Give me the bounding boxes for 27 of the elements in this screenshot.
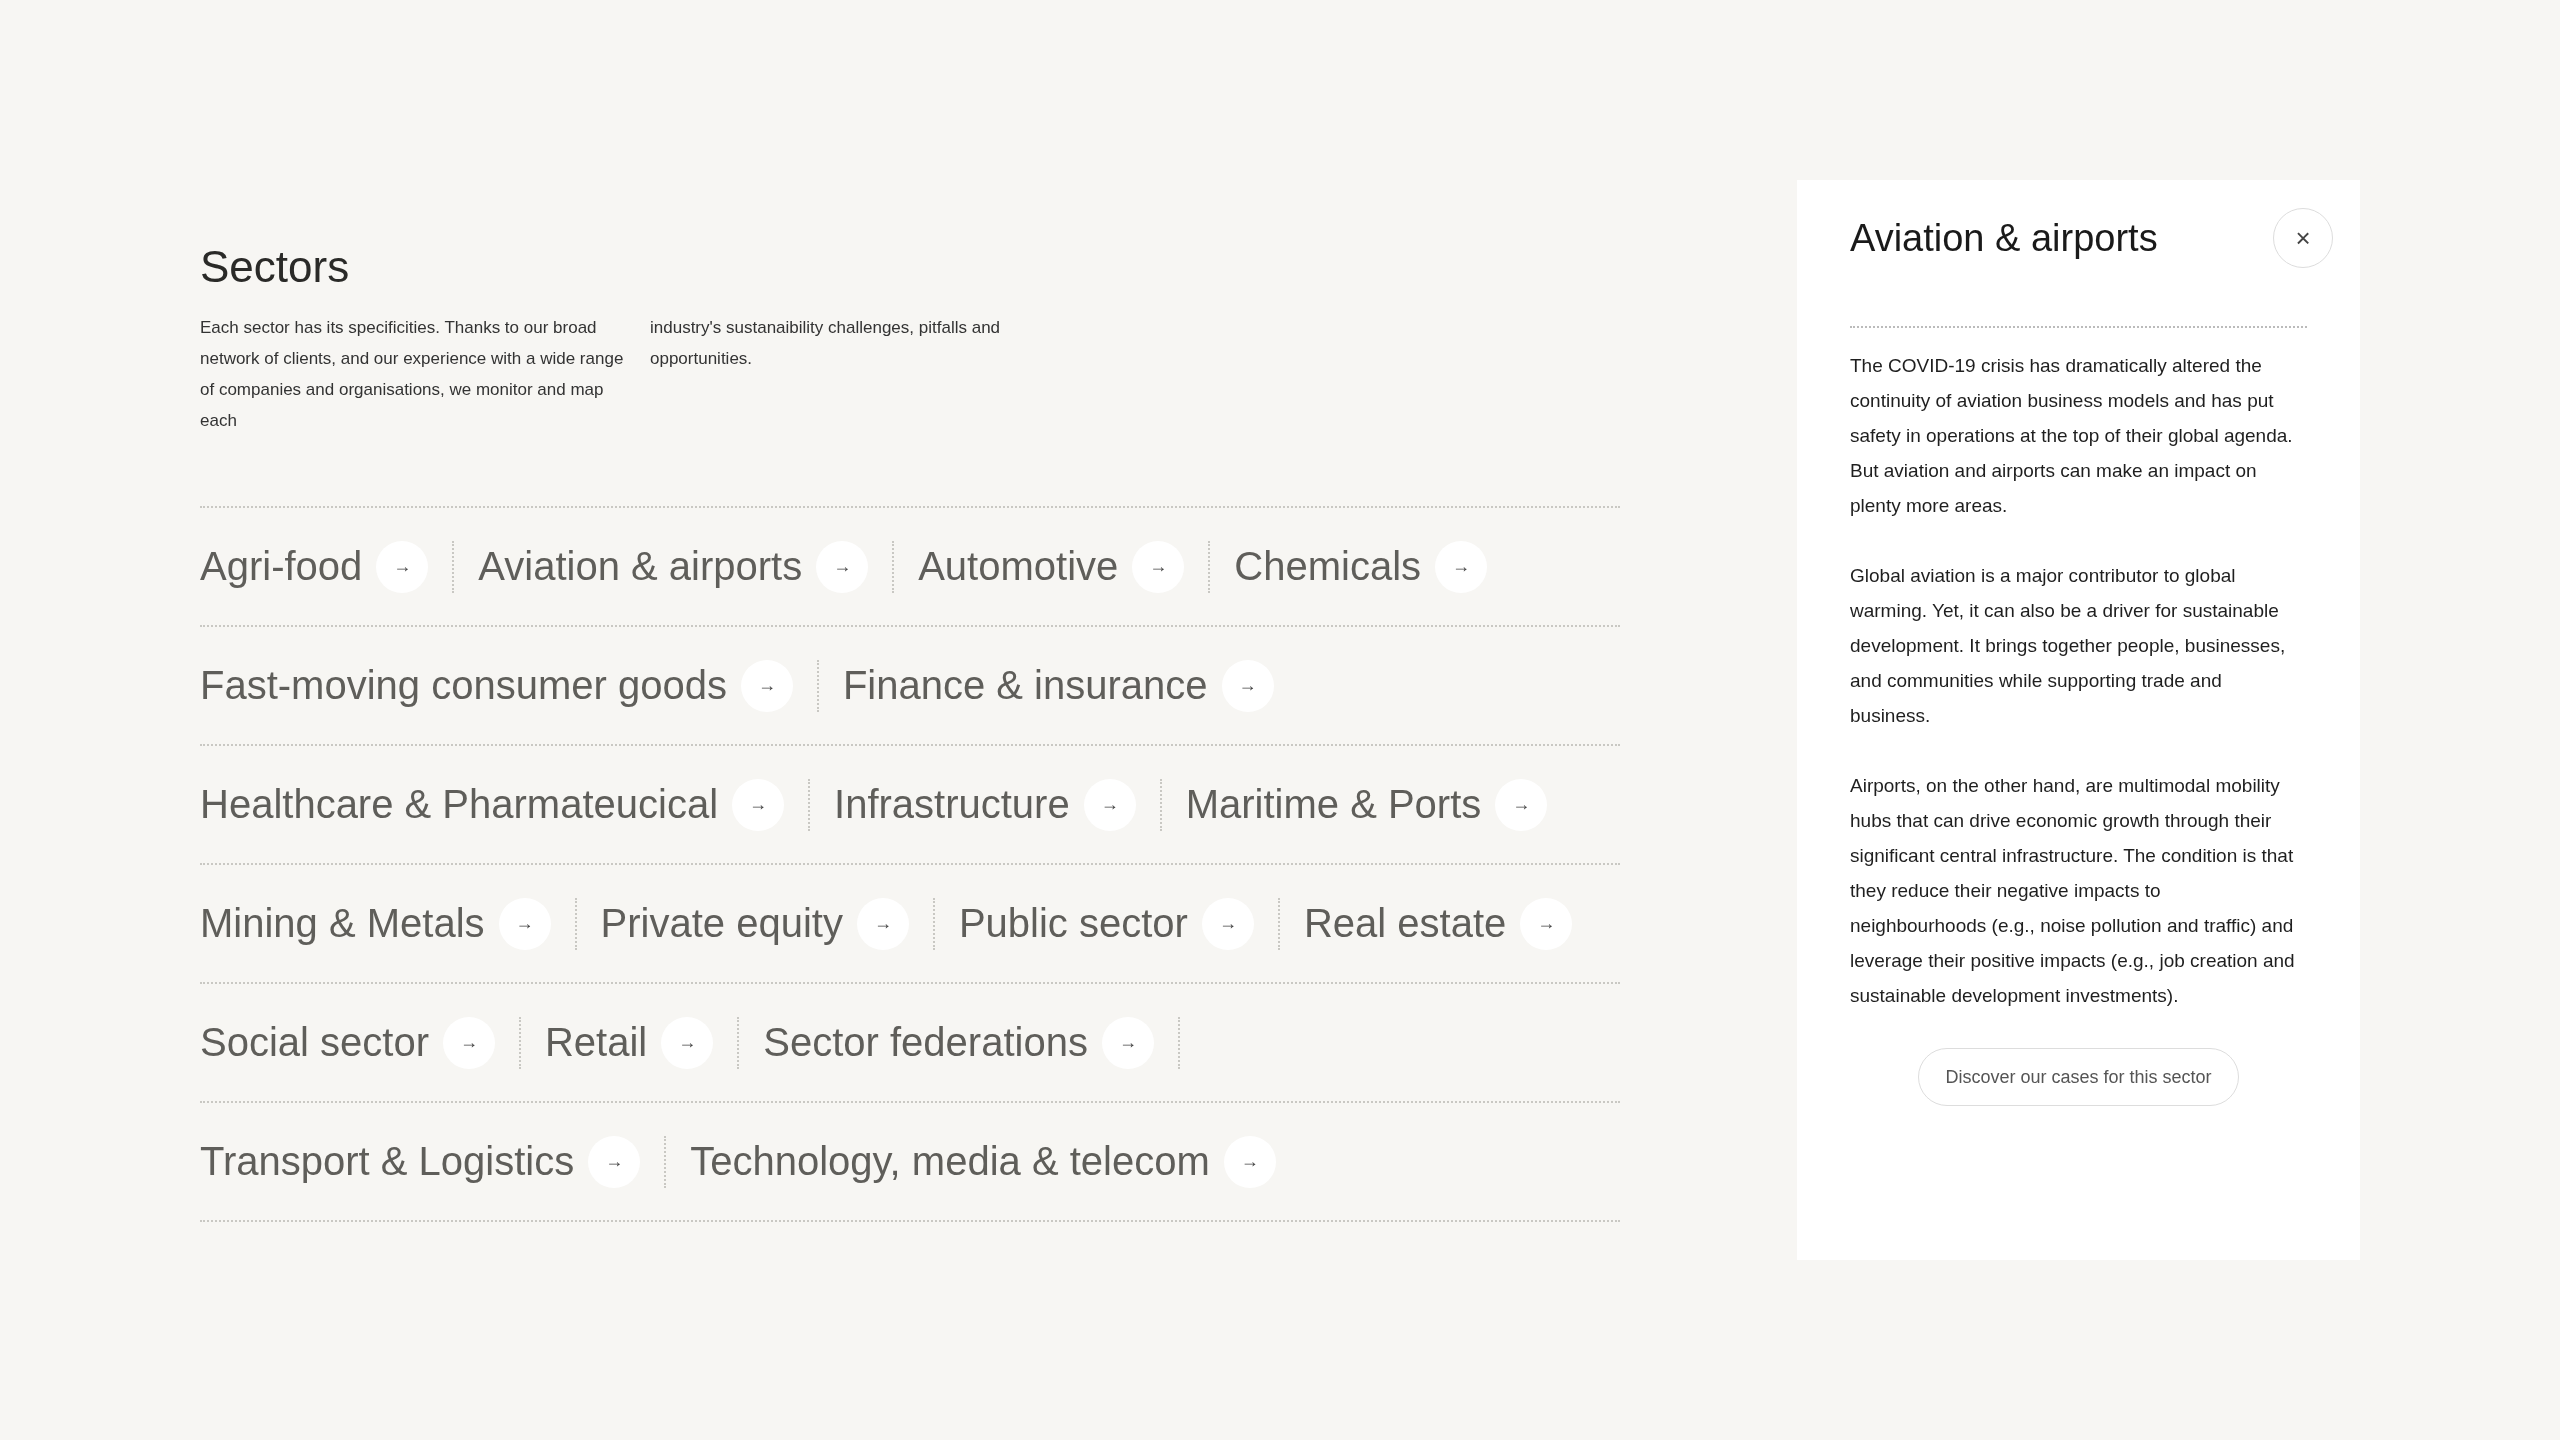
sector-link[interactable]: Aviation & airports → xyxy=(478,540,869,593)
sector-link[interactable]: Mining & Metals → xyxy=(200,897,551,950)
intro-text: industry's sustanaibility challenges, pitfalls and opportunities. xyxy=(650,317,1002,370)
panel-paragraph: Global aviation is a major contributor to global warming. Yet, it can also be a driver for sustainable development. It brings together people, businesses, and communities while supporting trade and business. xyxy=(1850,564,2287,728)
sector-link[interactable]: Sector federations → xyxy=(763,1016,1154,1069)
sector-link[interactable]: Technology, media & telecom → xyxy=(690,1135,1276,1188)
panel-paragraph: The COVID-19 crisis has dramatically altered the continuity of aviation business models and has put safety in operations at the top of their global agenda. But aviation and airports can make an impact on plenty more areas. xyxy=(1850,354,2294,518)
panel-title: Aviation & airports xyxy=(1850,216,2158,260)
sector-link[interactable]: Private equity → xyxy=(600,897,909,950)
sector-link[interactable]: Maritime & Ports → xyxy=(1185,778,1548,831)
sector-link[interactable]: Infrastructure → xyxy=(834,778,1136,831)
sector-link[interactable]: Chemicals → xyxy=(1234,540,1487,593)
sector-link[interactable]: Real estate → xyxy=(1303,897,1573,950)
sector-link[interactable]: Finance & insurance → xyxy=(842,659,1274,712)
sector-link[interactable]: Retail → xyxy=(545,1016,714,1069)
section-title: Sectors xyxy=(200,242,351,292)
intro-text: Each sector has its specificities. Thanks to our broad network of clients, and our experience with a wide range of companies and organisations, we monitor and map each xyxy=(200,317,625,432)
sector-link[interactable]: Agri-food → xyxy=(200,540,429,593)
sector-link[interactable]: Healthcare & Pharmateucical → xyxy=(200,778,785,831)
close-button[interactable]: × xyxy=(2273,208,2333,268)
discover-button[interactable]: Discover our cases for this sector xyxy=(1918,1048,2239,1106)
sector-link[interactable]: Automotive → xyxy=(918,540,1185,593)
sector-link[interactable]: Public sector → xyxy=(958,897,1254,950)
panel-paragraph: Airports, on the other hand, are multimodal mobility hubs that can drive economic growth through their significant central infrastructure. The condition is that they reduce their negative impacts to neighbourhoods (e.g., noise pollution and traffic) and leverage their positive impacts (e.g., job creation and sustainable development investments). xyxy=(1850,774,2296,1008)
sector-link[interactable]: Fast-moving consumer goods → xyxy=(200,659,793,712)
sector-link[interactable]: Social sector → xyxy=(200,1016,495,1069)
sector-link[interactable]: Transport & Logistics → xyxy=(200,1135,641,1188)
